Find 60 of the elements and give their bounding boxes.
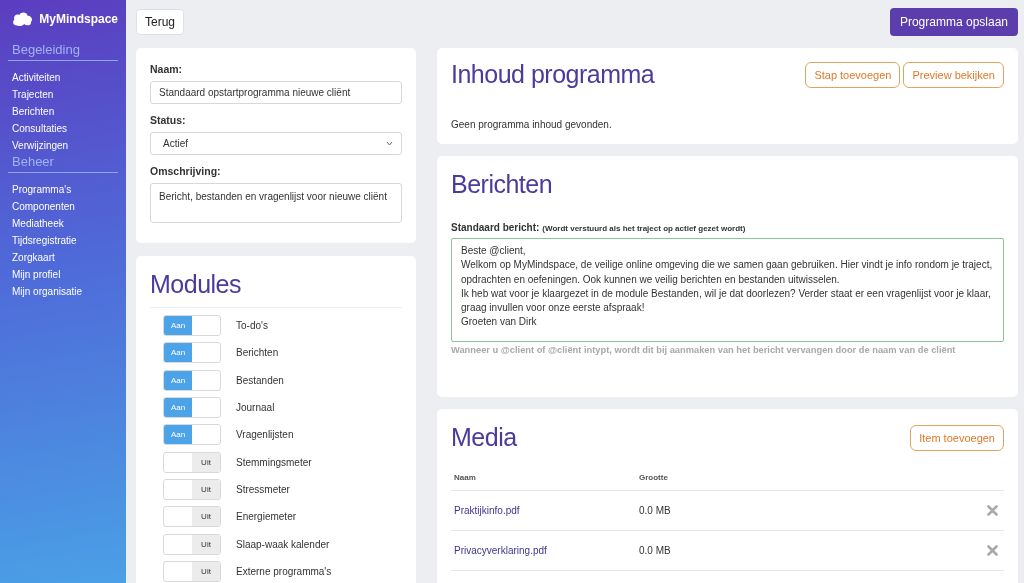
module-label: Stressmeter: [236, 483, 290, 495]
sidebar-item[interactable]: Mijn organisatie: [8, 283, 118, 300]
chevron-down-icon: [386, 141, 393, 146]
sidebar-item[interactable]: Componenten: [8, 198, 118, 215]
section-heading: Berichten: [451, 170, 554, 199]
hint-text: Wanneer u @client of @cliënt intypt, wordt dit bij aanmaken van het bericht vervangen door de naam van de cliënt: [451, 345, 957, 355]
empty-message: Geen programma inhoud gevonden.: [451, 119, 613, 130]
sidebar-item[interactable]: Tijdsregistratie: [8, 232, 118, 249]
cloud-logo-icon: [12, 10, 34, 28]
logo-text: MyMindspace: [39, 12, 118, 26]
outline-button[interactable]: Preview bekijken: [903, 61, 1004, 88]
module-label: To-do's: [236, 320, 268, 332]
section-heading: Media: [451, 423, 517, 452]
module-label: Energiemeter: [236, 511, 297, 523]
toggle-switch[interactable]: Uit: [163, 533, 221, 555]
module-label: Externe programma's: [236, 565, 332, 577]
toggle-switch[interactable]: Uit: [163, 560, 221, 582]
status-dropdown[interactable]: Actief: [150, 132, 402, 155]
module-label: Stemmingsmeter: [236, 456, 312, 468]
field-label: Omschrijving:: [150, 165, 222, 177]
name-field[interactable]: Standaard opstartprogramma nieuwe cliënt: [150, 81, 402, 104]
module-label: Berichten: [236, 347, 279, 359]
sidebar-item[interactable]: Consultaties: [8, 120, 118, 137]
module-label: Slaap-waak kalender: [236, 538, 330, 550]
section-heading: Inhoud programma: [451, 60, 655, 89]
field-label: Status:: [150, 114, 187, 126]
sidebar-item[interactable]: Mediatheek: [8, 215, 118, 232]
module-label: Vragenlijsten: [236, 429, 294, 441]
column-header: Grootte: [639, 472, 669, 482]
sidebar-item[interactable]: Trajecten: [8, 86, 118, 103]
save-button[interactable]: Programma opslaan: [889, 7, 1018, 36]
field-label: Naam:: [150, 63, 184, 75]
field-note: (Wordt verstuurd als het traject op actief gezet wordt): [542, 224, 746, 233]
section-heading: Modules: [150, 270, 242, 299]
sidebar-item[interactable]: Activiteiten: [8, 69, 118, 86]
sidebar-section-title: Beheer: [8, 154, 118, 173]
sidebar-item[interactable]: Berichten: [8, 103, 118, 120]
outline-button[interactable]: Stap toevoegen: [805, 61, 901, 88]
sidebar-item[interactable]: Zorgkaart: [8, 249, 118, 266]
message-field[interactable]: Beste @client, Welkom op MyMindspace, de veilige online omgeving die we samen gaan gebruiken. Hier vindt je info rondom je traject, opdrachten en oefeningen. Ook kunnen we veilig berichten en bestanden uitwisselen. Ik heb wat voor je klaargezet in de module Bestanden, wil je dat doorlezen? Verder staat er een vragenlijst voor je klaar, graag invullen voor onze eerste afspraak! Groeten van Dirk: [451, 238, 1004, 342]
description-field[interactable]: Bericht, bestanden en vragenlijst voor nieuwe cliënt: [150, 183, 402, 223]
column-header: Naam: [454, 472, 477, 482]
module-label: Journaal: [236, 402, 275, 414]
file-link[interactable]: Praktijkinfo.pdf: [454, 505, 639, 516]
sidebar-item[interactable]: Verwijzingen: [8, 137, 118, 154]
sidebar-item[interactable]: Mijn profiel: [8, 266, 118, 283]
add-item-button[interactable]: Item toevoegen: [910, 424, 1004, 451]
module-label: Bestanden: [236, 374, 284, 386]
table-cell-text: 0.0 MB: [639, 505, 672, 516]
delete-icon[interactable]: [987, 545, 998, 556]
toggle-switch[interactable]: Uit: [163, 451, 221, 473]
table-cell-text: 0.0 MB: [639, 545, 672, 556]
sidebar-section-title: Begeleiding: [8, 42, 118, 61]
toggle-switch[interactable]: Uit: [163, 478, 221, 500]
file-link[interactable]: Privacyverklaring.pdf: [454, 545, 639, 556]
back-button[interactable]: Terug: [136, 8, 185, 35]
toggle-switch[interactable]: Uit: [163, 506, 221, 528]
delete-icon[interactable]: [987, 505, 998, 516]
sidebar-item[interactable]: Programma's: [8, 181, 118, 198]
field-label: Standaard bericht:: [451, 222, 540, 233]
